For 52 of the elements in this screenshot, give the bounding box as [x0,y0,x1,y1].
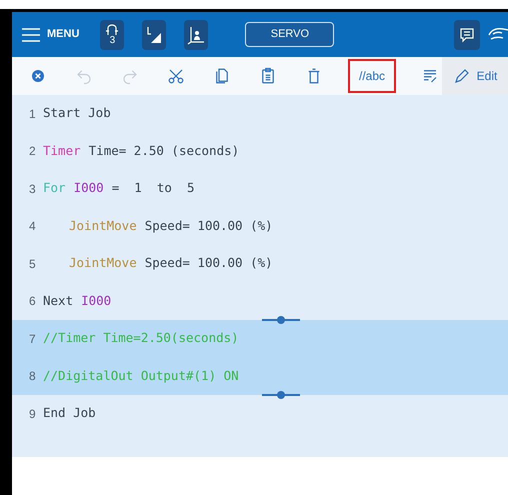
code-token: JointMove [69,216,137,235]
code-token: I000 [74,179,104,198]
line-number: 5 [29,256,37,273]
close-icon [29,67,47,85]
code-token: = 1 to 5 [112,179,194,198]
chat-icon [459,26,475,42]
message-button[interactable] [454,20,480,50]
code-token: Start Job [43,104,111,122]
code-token: Time= 2.50 (seconds) [88,142,240,160]
line-number: 2 [29,143,37,160]
lines-pencil-icon [421,67,439,85]
code-line[interactable]: 5 JointMove Speed= 100.00 (%) [12,245,508,282]
edit-button[interactable]: Edit [442,57,508,95]
code-token: Timer [43,142,81,160]
line-number: 3 [29,180,37,198]
copy-icon [213,67,231,85]
code-line[interactable]: 6 Next I000 [12,282,508,320]
servo-button[interactable]: SERVO [245,22,334,47]
code-token: Next [43,292,74,310]
coordinate-button[interactable] [142,20,166,50]
robot-arm-icon [105,24,120,36]
code-token: JointMove [69,254,137,272]
user-frame-button[interactable] [184,20,208,50]
line-number: 7 [29,330,37,348]
code-token: //DigitalOut Output#(1) ON [43,366,239,385]
line-number: 8 [29,368,37,386]
code-line[interactable]: 3 For I000 = 1 to 5 [12,170,508,208]
comment-button[interactable]: //abc [348,59,396,93]
line-number: 6 [29,293,37,310]
clipboard-icon [259,67,277,85]
code-line[interactable]: 4 JointMove Speed= 100.00 (%) [12,208,508,245]
selection-handle[interactable] [262,391,300,399]
line-number: 9 [29,406,37,423]
triangle-icon [145,24,164,44]
code-line[interactable]: 9 End Job [12,395,508,432]
code-token: Speed= 100.00 (%) [144,254,273,272]
selection-handle[interactable] [262,316,300,324]
axes-person-icon [187,24,206,44]
scissors-icon [167,67,185,85]
menu-button[interactable]: MENU [21,26,80,43]
line-number: 1 [29,106,37,123]
pencil-icon [452,67,471,85]
code-line[interactable]: 2 Timer Time= 2.50 (seconds) [12,132,508,170]
line-number: 4 [29,218,37,236]
code-token: For [43,179,66,198]
code-line[interactable]: 1 Start Job [12,95,508,132]
code-token: I000 [81,292,112,310]
code-token: Speed= 100.00 (%) [144,216,273,235]
robot-button[interactable]: 3 [100,20,124,50]
menu-icon [21,26,41,42]
code-token: //Timer Time=2.50(seconds) [43,329,239,348]
code-token: End Job [43,404,96,422]
